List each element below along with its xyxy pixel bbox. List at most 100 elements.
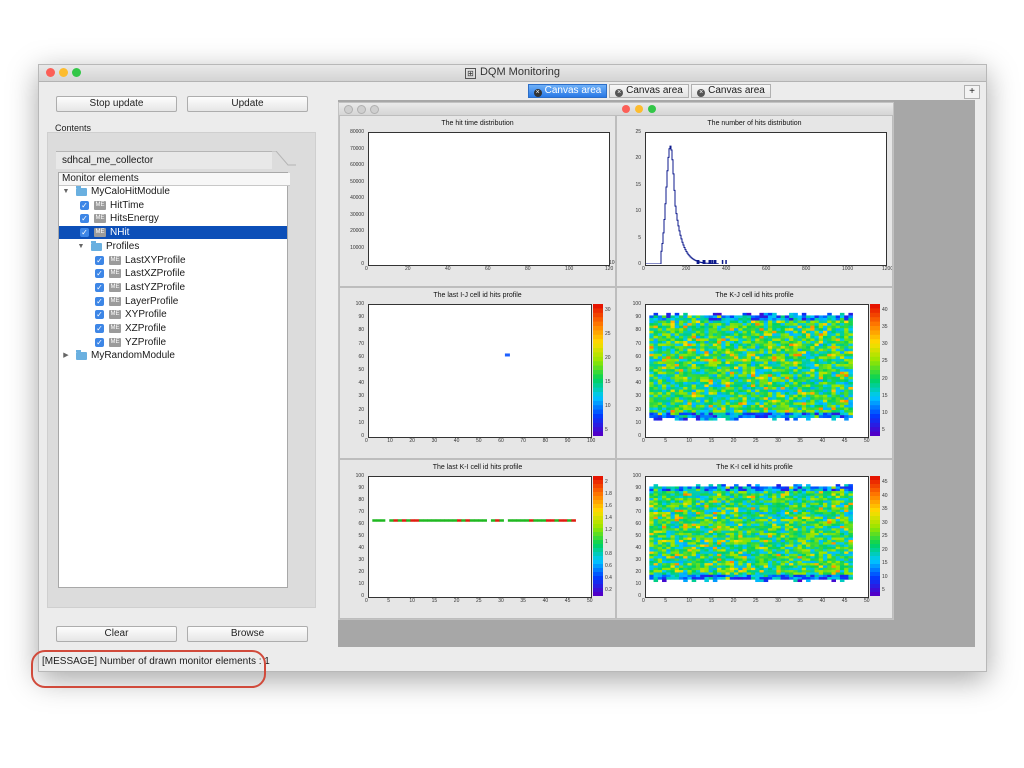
plot-content [649, 312, 853, 421]
heatmap-cell [700, 560, 705, 564]
heatmap-cell [750, 351, 756, 355]
tree-folder-row[interactable]: ▼ Profiles [59, 240, 287, 253]
heatmap-cell [717, 525, 722, 529]
tree-folder-row[interactable]: ▶ MyRandomModule [59, 349, 287, 362]
heatmap-cell [746, 577, 752, 580]
checkbox[interactable]: ✓ [95, 310, 104, 320]
checkbox[interactable]: ✓ [95, 296, 104, 306]
heatmap-cell [848, 379, 853, 383]
collector-tab[interactable]: sdhcal_me_collector [56, 151, 272, 169]
heatmap-cell [772, 502, 777, 506]
heatmap-cell [801, 348, 807, 352]
close-tab-icon[interactable]: × [615, 89, 624, 97]
canvas-subwindow[interactable]: The hit time distribution 80000 70000 60000… [338, 102, 894, 620]
heatmap-cell [818, 556, 824, 559]
pad-close-button[interactable] [622, 105, 630, 113]
heatmap-cell [670, 486, 676, 490]
checkbox[interactable]: ✓ [95, 269, 104, 279]
tree-item-row[interactable]: ✓ ME NHit [59, 226, 287, 240]
heatmap-cell [750, 325, 756, 329]
tab-canvas-area-2[interactable]: × Canvas area [609, 84, 689, 98]
tree-item-row[interactable]: ✓ ME XZProfile [59, 322, 287, 335]
heatmap-cell [755, 572, 760, 576]
checkbox[interactable]: ✓ [80, 214, 89, 224]
tree-item-row[interactable]: ✓ ME HitTime [59, 199, 287, 212]
tree-item-row[interactable]: ✓ ME LastXZProfile [59, 267, 287, 280]
monitor-elements-tree[interactable]: Monitor elements ▼ MyCaloHitModule ✓ ME HitT… [58, 172, 290, 588]
heatmap-cell [844, 338, 849, 342]
heatmap-cell [683, 366, 688, 370]
heatmap-cell [746, 371, 752, 375]
heatmap-cell [691, 539, 697, 543]
tree-item-row[interactable]: ✓ ME LastXYProfile [59, 254, 287, 267]
collapse-arrow-icon[interactable]: ▼ [77, 240, 85, 253]
close-tab-icon[interactable]: × [697, 89, 706, 97]
heatmap-cell [763, 528, 769, 531]
heatmap-cell [704, 512, 709, 515]
heatmap-cell [763, 521, 769, 524]
tree-item-row[interactable]: ✓ ME LayerProfile [59, 295, 287, 308]
update-button[interactable]: Update [187, 96, 308, 112]
heatmap-cell [797, 560, 803, 564]
histogram-pad[interactable]: The hit time distribution 80000 70000 60000… [339, 115, 616, 287]
tree-folder-row[interactable]: ▼ MyCaloHitModule [59, 185, 287, 198]
checkbox[interactable]: ✓ [95, 324, 104, 333]
heatmap-cell [695, 346, 701, 349]
tree-item-row[interactable]: ✓ ME YZProfile [59, 336, 287, 349]
checkbox[interactable]: ✓ [95, 282, 104, 292]
heatmap-cell [801, 404, 807, 408]
heatmap-cell [746, 381, 752, 385]
tree-item-row[interactable]: ✓ ME HitsEnergy [59, 212, 287, 225]
heatmap-cell [657, 539, 663, 543]
histogram-pad[interactable]: The last I-J cell id hits profile 100 90 80… [339, 287, 616, 459]
heatmap-cell [793, 535, 798, 538]
heatmap-cell [678, 549, 684, 552]
pad-minimize-button[interactable] [635, 105, 643, 113]
heatmap-cell [784, 512, 790, 515]
heatmap-cell [780, 505, 786, 508]
color-scale-bar [593, 304, 603, 436]
heatmap-cell [839, 498, 845, 501]
heatmap-cell [797, 537, 803, 541]
heatmap-cell [695, 389, 701, 393]
subwindow-close-button[interactable] [344, 105, 353, 114]
histogram-pad[interactable]: The number of hits distribution 25 20 15 10 5… [616, 115, 893, 287]
heatmap-cell [704, 371, 709, 375]
subwindow-title-bar[interactable] [339, 103, 893, 115]
collapse-arrow-icon[interactable]: ▼ [62, 185, 70, 198]
heatmap-cell [729, 320, 735, 324]
heatmap-cell [674, 330, 680, 334]
checkbox[interactable]: ✓ [80, 228, 89, 238]
pad-zoom-button[interactable] [648, 105, 656, 113]
add-tab-button[interactable]: + [964, 85, 980, 99]
subwindow-minimize-button[interactable] [357, 105, 366, 114]
heatmap-cell [848, 387, 853, 390]
heatmap-cell [721, 366, 726, 370]
histogram-pad[interactable]: The K-I cell id hits profile 100 90 80 70 60 5… [616, 459, 893, 619]
heatmap-cell [848, 486, 853, 490]
checkbox[interactable]: ✓ [80, 200, 89, 210]
heatmap-cell [666, 387, 671, 390]
title-bar[interactable]: ⊞ DQM Monitoring [39, 65, 986, 82]
browse-button[interactable]: Browse [187, 626, 308, 642]
tab-canvas-area-1[interactable]: × Canvas area [528, 84, 607, 98]
clear-button[interactable]: Clear [56, 626, 177, 642]
subwindow-zoom-button[interactable] [370, 105, 379, 114]
close-tab-icon[interactable]: × [533, 89, 542, 97]
heatmap-cell [835, 320, 841, 324]
checkbox[interactable]: ✓ [95, 255, 104, 265]
histogram-pad[interactable]: The K-J cell id hits profile 100 90 80 70 60 5… [616, 287, 893, 459]
heatmap-cell [797, 514, 803, 517]
heatmap-cell [755, 402, 760, 406]
expand-arrow-icon[interactable]: ▶ [62, 349, 70, 362]
heatmap-cell [670, 516, 676, 520]
tree-item-row[interactable]: ✓ ME LastYZProfile [59, 281, 287, 294]
stop-update-button[interactable]: Stop update [56, 96, 177, 112]
checkbox[interactable]: ✓ [95, 337, 104, 347]
heatmap-cell [784, 500, 790, 504]
histogram-pad[interactable]: The last K-I cell id hits profile 100 90 80… [339, 459, 616, 619]
heatmap-cell [678, 546, 684, 550]
tree-item-row[interactable]: ✓ ME XYProfile [59, 308, 287, 321]
heatmap-cell [801, 565, 807, 569]
tab-canvas-area-3[interactable]: × Canvas area [691, 84, 771, 98]
